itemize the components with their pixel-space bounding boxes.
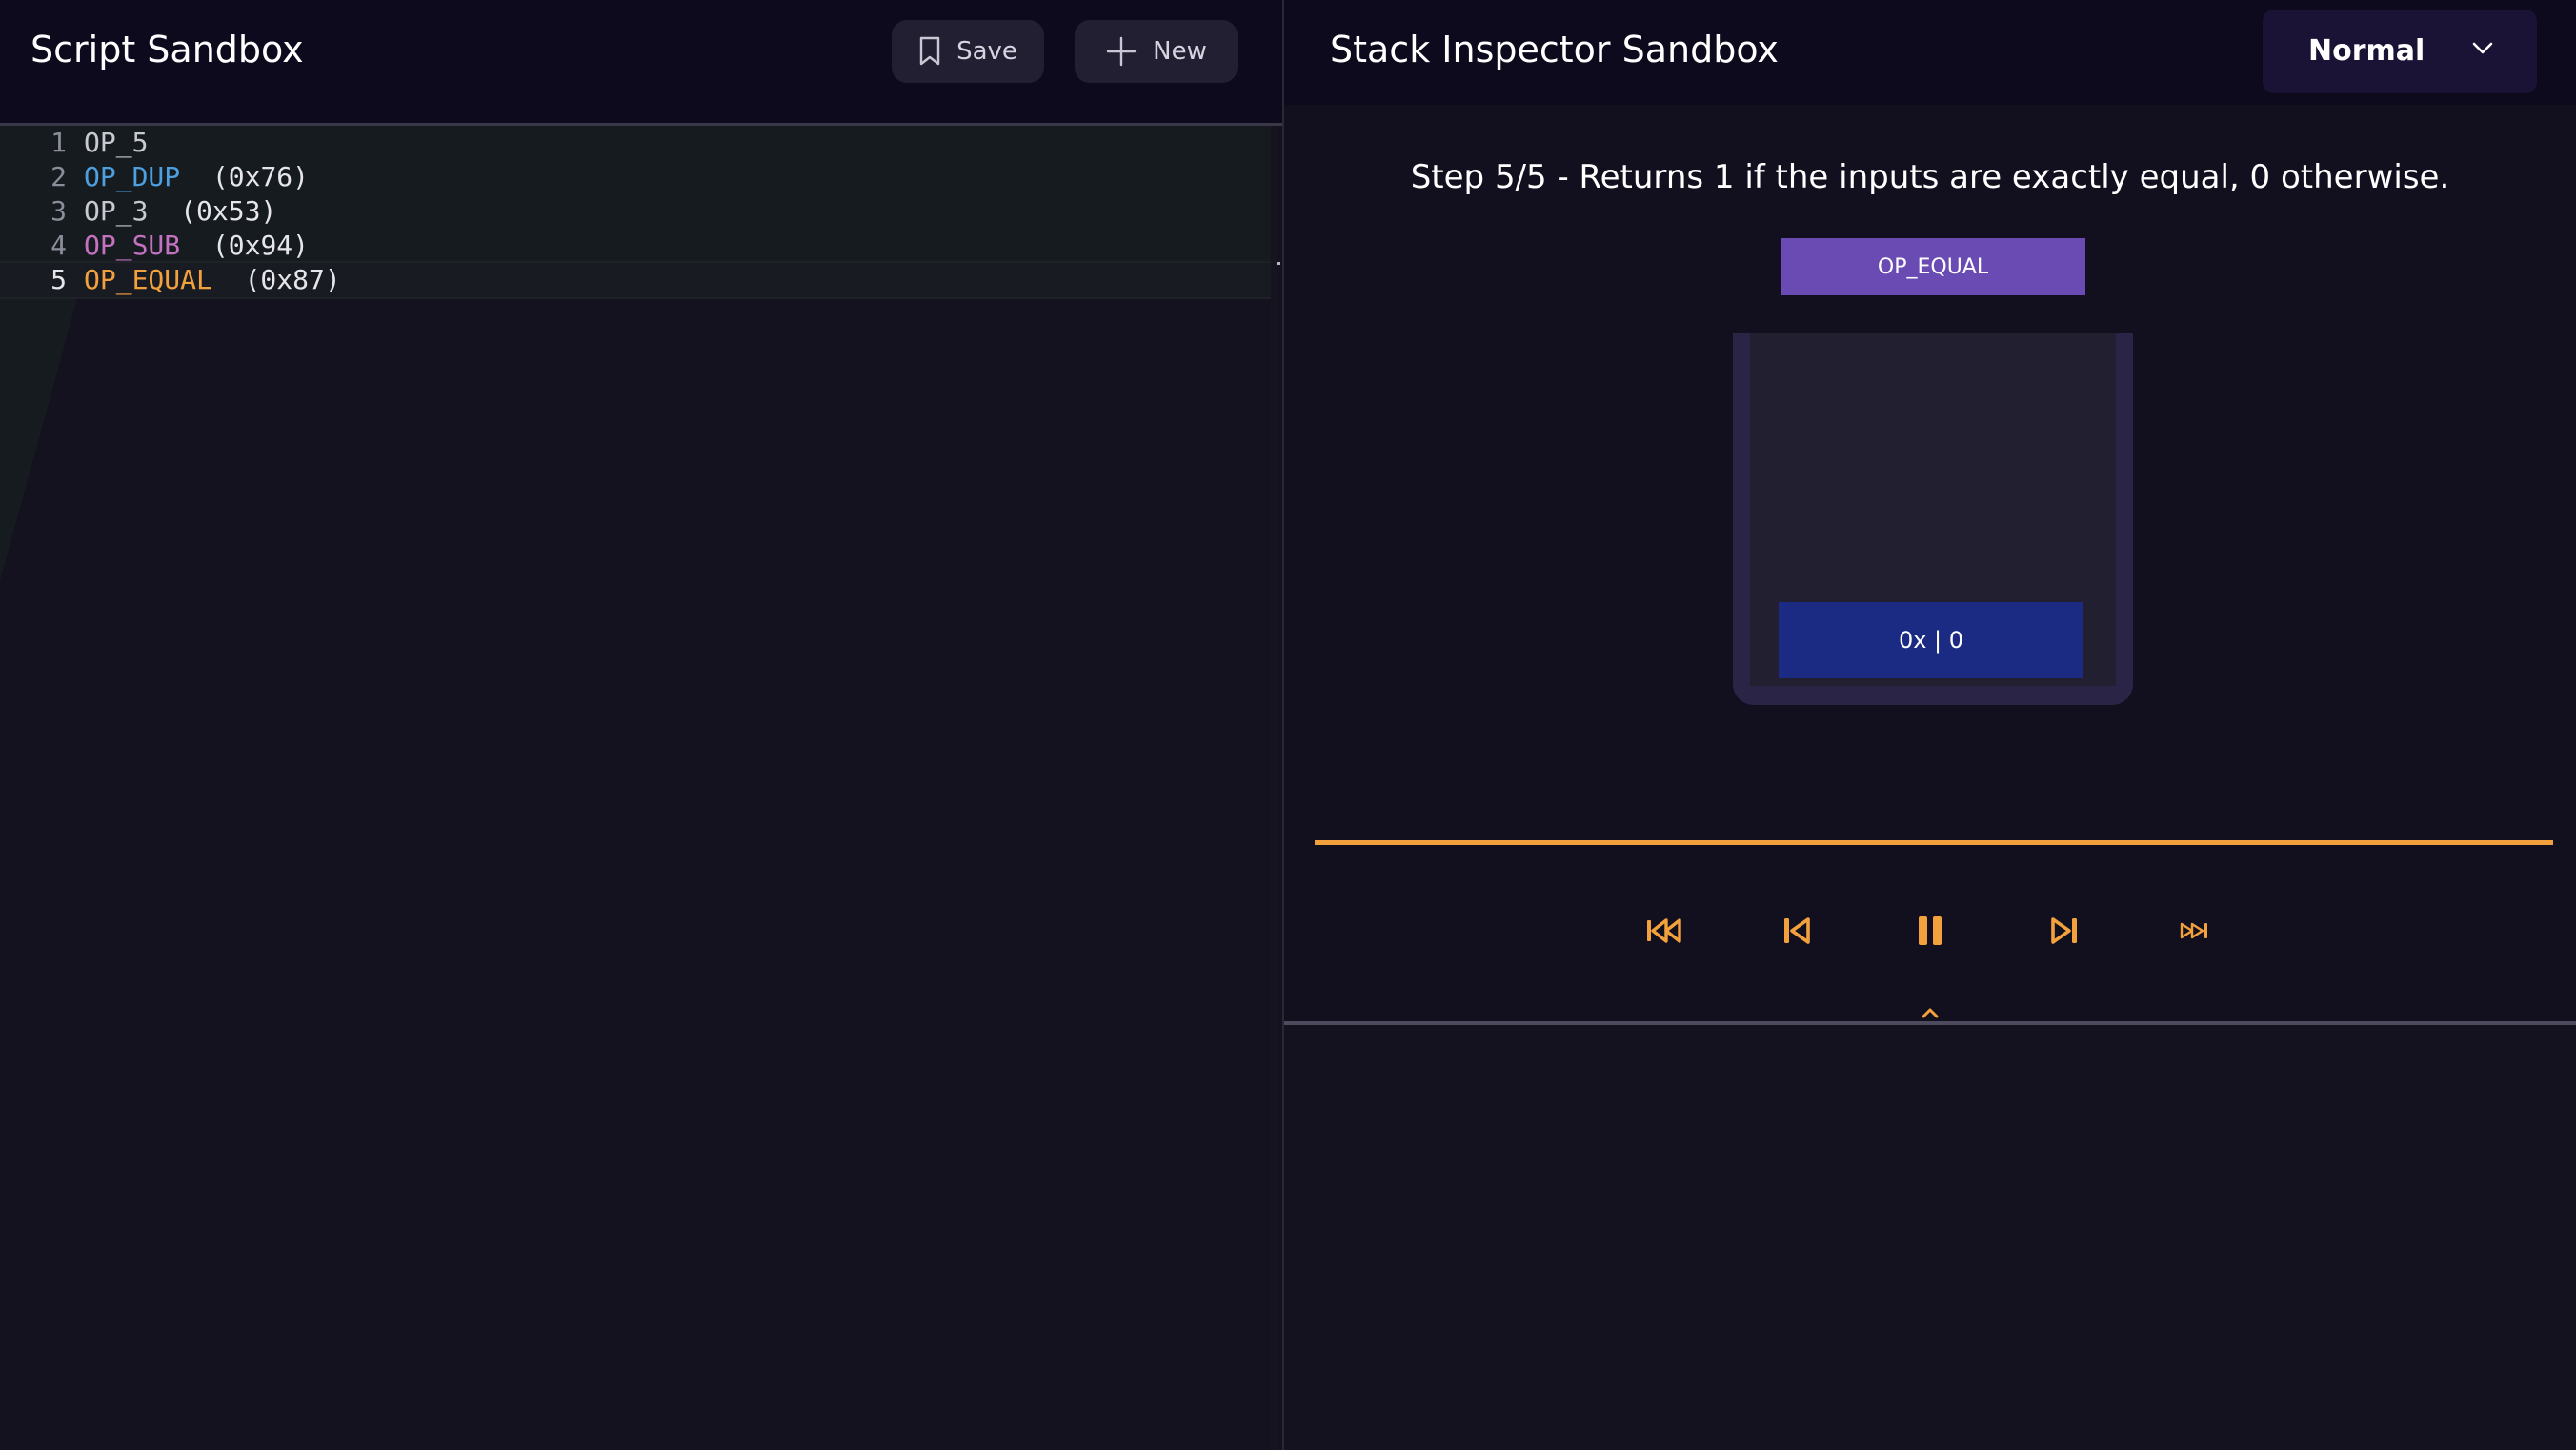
step-forward-icon	[2051, 917, 2077, 944]
code-line[interactable]: 4 OP_SUB (0x94)	[0, 229, 1277, 263]
bookmark-icon	[919, 36, 940, 66]
line-number: 3	[50, 195, 67, 227]
editor-background-shape	[0, 295, 78, 581]
save-button[interactable]: Save	[892, 20, 1044, 83]
step-progress-bar[interactable]	[1315, 840, 2553, 845]
step-forward-button[interactable]	[2040, 907, 2087, 955]
current-opcode-chip: OP_EQUAL	[1781, 238, 2085, 295]
plus-icon	[1106, 36, 1137, 67]
jump-to-end-button[interactable]	[2173, 907, 2221, 955]
stack-container: 0x | 0	[1733, 333, 2133, 705]
code-line[interactable]: 3 OP_3 (0x53)	[0, 194, 1277, 229]
opcode: OP_DUP	[84, 161, 181, 192]
stack-item-value: 0x | 0	[1898, 627, 1964, 654]
chevron-down-icon	[2472, 42, 2493, 54]
opcode-hex: (0x53)	[148, 195, 277, 227]
line-number: 5	[50, 264, 67, 295]
bottom-panel	[1284, 1025, 2576, 1450]
inspector-header: Stack Inspector Sandbox Normal	[1284, 0, 2576, 105]
jump-to-start-button[interactable]	[1640, 907, 1688, 955]
jump-to-start-icon	[1647, 918, 1681, 943]
editor-scrollbar[interactable]	[1271, 126, 1277, 1450]
line-number: 4	[50, 230, 67, 261]
editor-header: Script Sandbox Save New	[0, 0, 1283, 126]
opcode-hex: (0x76)	[180, 161, 310, 192]
inspector-title: Stack Inspector Sandbox	[1330, 29, 1779, 70]
speed-select-value: Normal	[2308, 34, 2425, 68]
script-editor-panel: Script Sandbox Save New 1 OP_5 2 OP_DUP …	[0, 0, 1283, 1450]
current-opcode-label: OP_EQUAL	[1877, 254, 1989, 279]
opcode: OP_3	[84, 195, 149, 227]
opcode: OP_SUB	[84, 230, 181, 261]
opcode: OP_EQUAL	[84, 264, 212, 295]
opcode: OP_5	[84, 127, 149, 158]
code-line[interactable]: 1 OP_5	[0, 126, 1277, 160]
pause-button[interactable]	[1906, 907, 1954, 955]
step-description: Step 5/5 - Returns 1 if the inputs are e…	[1410, 158, 2450, 196]
code-line[interactable]: 2 OP_DUP (0x76)	[0, 160, 1277, 194]
speed-select[interactable]: Normal	[2263, 10, 2537, 93]
editor-title: Script Sandbox	[30, 29, 304, 70]
line-number: 2	[50, 161, 67, 192]
save-button-label: Save	[956, 37, 1017, 66]
pause-icon	[1919, 916, 1942, 945]
code-editor[interactable]: 1 OP_5 2 OP_DUP (0x76) 3 OP_3 (0x53) 4 O…	[0, 126, 1280, 1450]
opcode-hex: (0x87)	[211, 264, 341, 295]
stack-well: 0x | 0	[1750, 333, 2116, 686]
line-number: 1	[50, 127, 67, 158]
step-back-button[interactable]	[1774, 907, 1821, 955]
step-back-icon	[1784, 917, 1810, 944]
opcode-hex: (0x94)	[180, 230, 310, 261]
stack-inspector-panel: Stack Inspector Sandbox Normal Step 5/5 …	[1284, 0, 2576, 1450]
jump-to-end-icon	[2180, 922, 2207, 939]
new-button[interactable]: New	[1075, 20, 1238, 83]
new-button-label: New	[1153, 37, 1207, 66]
code-line-active[interactable]: 5 OP_EQUAL (0x87)	[0, 261, 1277, 299]
inspector-body: Step 5/5 - Returns 1 if the inputs are e…	[1284, 105, 2576, 1040]
step-progress-fill	[1315, 840, 2553, 845]
stack-item: 0x | 0	[1779, 602, 2083, 678]
